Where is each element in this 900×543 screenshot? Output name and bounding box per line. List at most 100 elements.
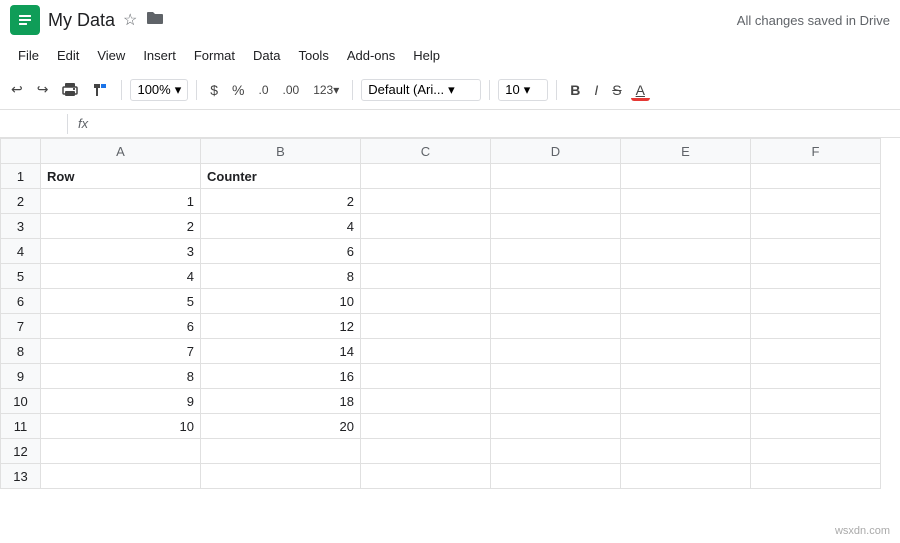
cell-e4[interactable] — [621, 239, 751, 264]
menu-tools[interactable]: Tools — [290, 44, 336, 67]
cell-b8[interactable]: 14 — [201, 339, 361, 364]
cell-a8[interactable]: 7 — [41, 339, 201, 364]
undo-button[interactable]: ↩ — [6, 77, 28, 102]
col-header-c[interactable]: C — [361, 139, 491, 164]
cell-e13[interactable] — [621, 464, 751, 489]
menu-file[interactable]: File — [10, 44, 47, 67]
cell-f4[interactable] — [751, 239, 881, 264]
cell-f6[interactable] — [751, 289, 881, 314]
cell-c1[interactable] — [361, 164, 491, 189]
font-family-selector[interactable]: Default (Ari... ▾ — [361, 79, 481, 101]
cell-d10[interactable] — [491, 389, 621, 414]
strikethrough-button[interactable]: S — [607, 78, 626, 102]
menu-addons[interactable]: Add-ons — [339, 44, 403, 67]
cell-f11[interactable] — [751, 414, 881, 439]
cell-a6[interactable]: 5 — [41, 289, 201, 314]
cell-d1[interactable] — [491, 164, 621, 189]
cell-c2[interactable] — [361, 189, 491, 214]
menu-data[interactable]: Data — [245, 44, 288, 67]
cell-b4[interactable]: 6 — [201, 239, 361, 264]
cell-c9[interactable] — [361, 364, 491, 389]
cell-f13[interactable] — [751, 464, 881, 489]
print-button[interactable] — [57, 78, 83, 102]
decimal-decrease-button[interactable]: .0 — [254, 79, 274, 101]
cell-e2[interactable] — [621, 189, 751, 214]
cell-c8[interactable] — [361, 339, 491, 364]
formula-input[interactable] — [98, 116, 894, 131]
cell-a10[interactable]: 9 — [41, 389, 201, 414]
cell-c12[interactable] — [361, 439, 491, 464]
cell-f7[interactable] — [751, 314, 881, 339]
cell-e10[interactable] — [621, 389, 751, 414]
menu-insert[interactable]: Insert — [135, 44, 184, 67]
cell-c4[interactable] — [361, 239, 491, 264]
menu-format[interactable]: Format — [186, 44, 243, 67]
cell-e1[interactable] — [621, 164, 751, 189]
bold-button[interactable]: B — [565, 78, 585, 102]
cell-e5[interactable] — [621, 264, 751, 289]
cell-a3[interactable]: 2 — [41, 214, 201, 239]
col-header-a[interactable]: A — [41, 139, 201, 164]
cell-e12[interactable] — [621, 439, 751, 464]
folder-icon[interactable] — [145, 10, 165, 31]
cell-e8[interactable] — [621, 339, 751, 364]
cell-e6[interactable] — [621, 289, 751, 314]
cell-a11[interactable]: 10 — [41, 414, 201, 439]
cell-b6[interactable]: 10 — [201, 289, 361, 314]
cell-a13[interactable] — [41, 464, 201, 489]
spreadsheet-container[interactable]: A B C D E F 1RowCounter21232443654865107… — [0, 138, 900, 489]
cell-d9[interactable] — [491, 364, 621, 389]
cell-b2[interactable]: 2 — [201, 189, 361, 214]
cell-b13[interactable] — [201, 464, 361, 489]
cell-b1[interactable]: Counter — [201, 164, 361, 189]
cell-a9[interactable]: 8 — [41, 364, 201, 389]
cell-d12[interactable] — [491, 439, 621, 464]
cell-d6[interactable] — [491, 289, 621, 314]
cell-reference-input[interactable] — [6, 116, 61, 131]
cell-a2[interactable]: 1 — [41, 189, 201, 214]
decimal-increase-button[interactable]: .00 — [278, 79, 305, 101]
cell-d11[interactable] — [491, 414, 621, 439]
cell-a12[interactable] — [41, 439, 201, 464]
cell-d13[interactable] — [491, 464, 621, 489]
cell-c5[interactable] — [361, 264, 491, 289]
redo-button[interactable]: ↪ — [32, 77, 54, 102]
cell-d4[interactable] — [491, 239, 621, 264]
cell-d8[interactable] — [491, 339, 621, 364]
cell-f3[interactable] — [751, 214, 881, 239]
menu-view[interactable]: View — [89, 44, 133, 67]
font-size-selector[interactable]: 10 ▾ — [498, 79, 548, 101]
cell-f8[interactable] — [751, 339, 881, 364]
cell-a7[interactable]: 6 — [41, 314, 201, 339]
cell-d7[interactable] — [491, 314, 621, 339]
cell-a1[interactable]: Row — [41, 164, 201, 189]
cell-c6[interactable] — [361, 289, 491, 314]
cell-a4[interactable]: 3 — [41, 239, 201, 264]
underline-color-button[interactable]: A — [631, 78, 650, 101]
cell-c11[interactable] — [361, 414, 491, 439]
more-formats-button[interactable]: 123▾ — [308, 79, 344, 101]
col-header-f[interactable]: F — [751, 139, 881, 164]
cell-c10[interactable] — [361, 389, 491, 414]
cell-f9[interactable] — [751, 364, 881, 389]
cell-f10[interactable] — [751, 389, 881, 414]
cell-b12[interactable] — [201, 439, 361, 464]
col-header-e[interactable]: E — [621, 139, 751, 164]
cell-c3[interactable] — [361, 214, 491, 239]
zoom-selector[interactable]: 100% ▾ — [130, 79, 188, 101]
cell-e3[interactable] — [621, 214, 751, 239]
italic-button[interactable]: I — [589, 78, 603, 102]
cell-c13[interactable] — [361, 464, 491, 489]
cell-b11[interactable]: 20 — [201, 414, 361, 439]
star-icon[interactable]: ☆ — [123, 10, 137, 30]
cell-c7[interactable] — [361, 314, 491, 339]
col-header-b[interactable]: B — [201, 139, 361, 164]
cell-d2[interactable] — [491, 189, 621, 214]
cell-e7[interactable] — [621, 314, 751, 339]
cell-a5[interactable]: 4 — [41, 264, 201, 289]
col-header-d[interactable]: D — [491, 139, 621, 164]
cell-d3[interactable] — [491, 214, 621, 239]
menu-edit[interactable]: Edit — [49, 44, 87, 67]
paint-format-button[interactable] — [87, 78, 113, 102]
cell-e9[interactable] — [621, 364, 751, 389]
